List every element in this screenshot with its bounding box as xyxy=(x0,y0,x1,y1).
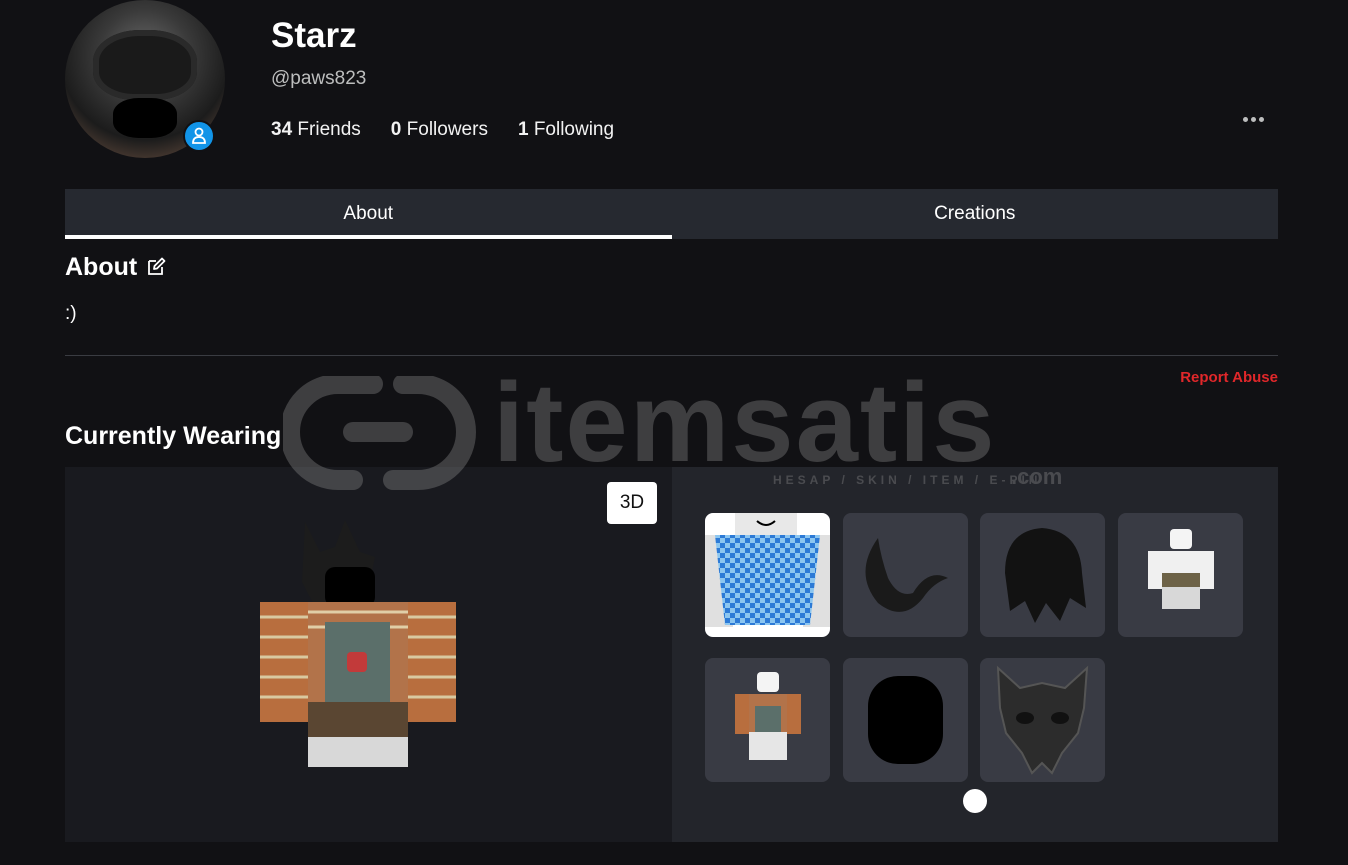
presence-indicator xyxy=(183,120,215,152)
checkered-shirt-thumbnail xyxy=(705,513,830,637)
more-options-icon[interactable] xyxy=(1238,110,1268,128)
black-head-thumbnail xyxy=(868,676,943,764)
following-label: Following xyxy=(533,119,615,140)
divider xyxy=(65,355,1278,356)
friends-link[interactable]: 34 Friends xyxy=(271,118,361,142)
white-avatar-outfit-thumbnail xyxy=(1148,529,1214,609)
toggle-3d-button[interactable]: 3D xyxy=(607,482,657,524)
about-title: About xyxy=(65,253,138,281)
currently-wearing-title: Currently Wearing xyxy=(65,422,282,450)
worn-item-card[interactable] xyxy=(980,658,1105,782)
profile-stats: 34 Friends 0 Followers 1 Following xyxy=(271,118,644,142)
friends-label: Friends xyxy=(297,119,361,140)
worn-item-card[interactable] xyxy=(705,513,830,637)
black-hair-thumbnail xyxy=(1005,528,1086,623)
username: @paws823 xyxy=(271,68,367,89)
sweater-overalls-outfit-thumbnail xyxy=(735,672,801,760)
worn-item-card[interactable] xyxy=(980,513,1105,637)
report-abuse-link[interactable]: Report Abuse xyxy=(1180,369,1278,387)
worn-items-grid xyxy=(672,467,1278,842)
user-icon xyxy=(192,127,206,144)
avatar-mask-graphic xyxy=(93,30,197,100)
tab-about[interactable]: About xyxy=(65,189,672,239)
carousel-page-dot[interactable] xyxy=(963,789,987,813)
avatar-face-graphic xyxy=(113,98,177,138)
following-count: 1 xyxy=(517,119,529,140)
avatar-render xyxy=(260,520,456,767)
worn-item-card[interactable] xyxy=(705,658,830,782)
followers-link[interactable]: 0 Followers xyxy=(391,118,488,142)
following-link[interactable]: 1 Following xyxy=(518,118,614,142)
avatar-viewer[interactable]: 3D xyxy=(65,467,672,842)
followers-label: Followers xyxy=(406,119,488,140)
friends-count: 34 xyxy=(271,119,293,140)
tab-creations[interactable]: Creations xyxy=(672,189,1279,239)
followers-count: 0 xyxy=(390,119,402,140)
worn-item-card[interactable] xyxy=(843,658,968,782)
worn-item-card[interactable] xyxy=(843,513,968,637)
profile-tabs: About Creations xyxy=(65,189,1278,239)
about-description: :) xyxy=(65,303,77,324)
black-tail-thumbnail xyxy=(865,538,948,612)
worn-item-card[interactable] xyxy=(1118,513,1243,637)
display-name: Starz xyxy=(271,16,357,55)
edit-icon[interactable] xyxy=(145,256,167,278)
about-section-header: About xyxy=(65,251,167,283)
wolf-mask-thumbnail xyxy=(996,665,1089,775)
